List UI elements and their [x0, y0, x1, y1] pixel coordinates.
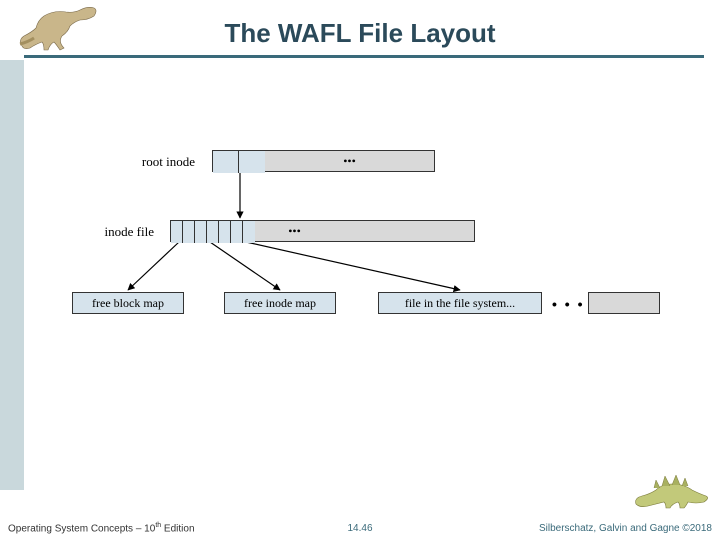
free-inode-map-label: free inode map [244, 296, 316, 311]
free-inode-map-box: free inode map [224, 292, 336, 314]
file-in-fs-label: file in the file system... [405, 296, 515, 311]
free-block-map-label: free block map [92, 296, 164, 311]
free-block-map-box: free block map [72, 292, 184, 314]
slide: The WAFL File Layout root inode ••• [0, 0, 720, 540]
footer: Operating System Concepts – 10th Edition… [0, 516, 720, 540]
ellipsis-icon: ••• [343, 154, 356, 169]
footer-copyright: Silberschatz, Galvin and Gagne ©2018 [539, 523, 712, 534]
inode-file-cells [170, 220, 256, 242]
file-in-fs-box: file in the file system... [378, 292, 542, 314]
inode-file-extent: ••• [255, 220, 475, 242]
wafl-diagram: root inode ••• inode file ••• free block… [0, 0, 720, 540]
inode-file-label: inode file [84, 224, 154, 240]
ellipsis-icon: • • • [552, 296, 584, 312]
arrows-svg [0, 0, 720, 540]
trailing-gray-box [588, 292, 660, 314]
root-inode-label: root inode [120, 154, 195, 170]
ellipsis-icon: ••• [288, 224, 301, 239]
dinosaur-stegosaurus-icon [632, 466, 712, 512]
root-inode-extent: ••• [265, 150, 435, 172]
root-inode-block [212, 150, 266, 172]
